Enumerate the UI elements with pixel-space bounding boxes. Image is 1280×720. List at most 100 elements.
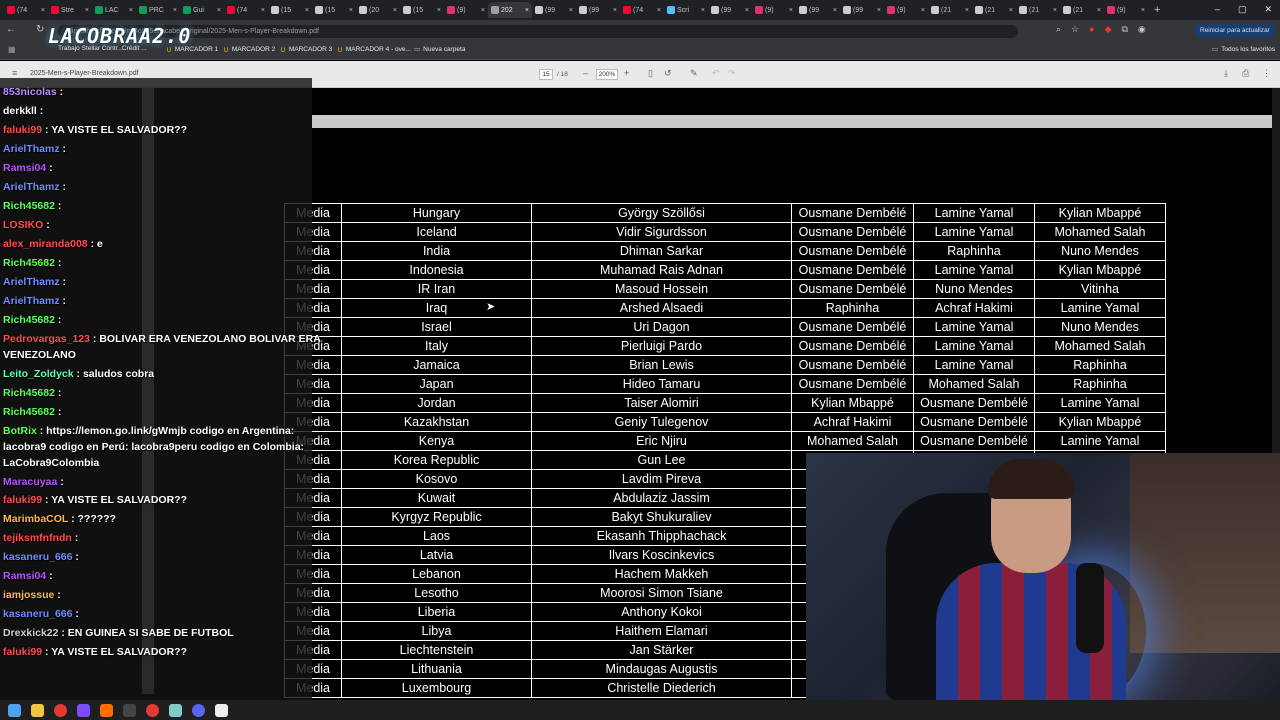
app-icon[interactable] xyxy=(123,703,136,717)
star-icon[interactable]: ☆ xyxy=(1071,24,1079,35)
url-field[interactable]: digitalhub.fifa.com/m/4cd05edacabe1/orig… xyxy=(58,25,1018,38)
close-tab-icon[interactable]: × xyxy=(261,7,265,14)
bookmark-item[interactable]: ▭ Nueva carpeta xyxy=(414,45,465,54)
file-explorer-icon[interactable] xyxy=(31,703,44,717)
browser-tab[interactable]: (21 × xyxy=(972,2,1016,18)
browser-tab[interactable]: (99 × xyxy=(796,2,840,18)
browser-tab[interactable]: LAC × xyxy=(92,2,136,18)
puzzle-icon[interactable]: ⧉ xyxy=(1121,24,1127,35)
close-tab-icon[interactable]: × xyxy=(129,7,133,14)
maximize-icon[interactable]: ▢ xyxy=(1238,4,1247,15)
browser-tab[interactable]: (9) × xyxy=(1104,2,1148,18)
app-icon[interactable] xyxy=(215,703,228,717)
tab-label: (99 xyxy=(545,6,556,14)
close-tab-icon[interactable]: × xyxy=(745,7,749,14)
close-tab-icon[interactable]: × xyxy=(701,7,705,14)
browser-tab[interactable]: 202 × xyxy=(488,2,532,18)
app-icon[interactable] xyxy=(146,703,159,717)
close-tab-icon[interactable]: × xyxy=(921,7,925,14)
page-number-input[interactable]: 15 xyxy=(539,69,553,80)
close-tab-icon[interactable]: × xyxy=(965,7,969,14)
reload-icon[interactable]: ↻ xyxy=(36,24,44,35)
undo-icon[interactable]: ↶ xyxy=(712,68,720,79)
browser-tab[interactable]: (15 × xyxy=(312,2,356,18)
close-tab-icon[interactable]: × xyxy=(393,7,397,14)
app-icon[interactable] xyxy=(77,703,90,717)
zoom-input[interactable]: 200% xyxy=(596,69,618,80)
close-tab-icon[interactable]: × xyxy=(1141,7,1145,14)
browser-tab[interactable]: (74 × xyxy=(224,2,268,18)
browser-tab[interactable]: Stre × xyxy=(48,2,92,18)
back-icon[interactable]: ← xyxy=(6,24,16,35)
apps-icon[interactable]: ▦ xyxy=(8,45,16,54)
browser-tab[interactable]: (74 × xyxy=(4,2,48,18)
chrome-icon[interactable] xyxy=(54,703,67,717)
browser-tab[interactable]: (21 × xyxy=(1016,2,1060,18)
zoom-in-icon[interactable]: + xyxy=(624,68,629,78)
bookmark-item[interactable]: ∪ MARCADOR 2 xyxy=(223,45,275,54)
app-icon[interactable] xyxy=(169,703,182,717)
close-tab-icon[interactable]: × xyxy=(1053,7,1057,14)
extension-icon-2[interactable]: ◆ xyxy=(1105,24,1112,35)
download-icon[interactable]: ⤓ xyxy=(1224,68,1228,79)
windows-start-icon[interactable] xyxy=(8,703,21,717)
annotate-icon[interactable]: ✎ xyxy=(690,68,698,79)
browser-tab[interactable]: (99 × xyxy=(532,2,576,18)
browser-tab[interactable]: (74 × xyxy=(620,2,664,18)
browser-tab[interactable]: (21 × xyxy=(928,2,972,18)
update-button[interactable]: Reiniciar para actualizar xyxy=(1194,24,1276,38)
discord-icon[interactable] xyxy=(192,703,205,717)
close-tab-icon[interactable]: × xyxy=(437,7,441,14)
rotate-icon[interactable]: ↺ xyxy=(664,68,672,79)
close-tab-icon[interactable]: × xyxy=(613,7,617,14)
close-tab-icon[interactable]: × xyxy=(833,7,837,14)
bookmark-item[interactable]: ∪ MARCADOR 4 - ove... xyxy=(337,45,411,54)
close-tab-icon[interactable]: × xyxy=(173,7,177,14)
browser-tab[interactable]: (9) × xyxy=(884,2,928,18)
browser-tab[interactable]: (15 × xyxy=(268,2,312,18)
close-tab-icon[interactable]: × xyxy=(525,7,529,14)
browser-tab[interactable]: (99 × xyxy=(708,2,752,18)
profile-avatar-icon[interactable]: ◉ xyxy=(1138,24,1146,35)
close-tab-icon[interactable]: × xyxy=(481,7,485,14)
close-tab-icon[interactable]: × xyxy=(305,7,309,14)
table-cell: India xyxy=(341,241,532,261)
minimize-icon[interactable]: – xyxy=(1215,4,1220,15)
browser-tab[interactable]: (9) × xyxy=(752,2,796,18)
redo-icon[interactable]: ↷ xyxy=(728,68,736,79)
browser-tab[interactable]: (99 × xyxy=(576,2,620,18)
more-options-icon[interactable]: ⋮ xyxy=(1262,68,1271,79)
extension-icon[interactable]: ● xyxy=(1089,24,1094,35)
bookmark-item[interactable]: ∪ MARCADOR 3 xyxy=(280,45,332,54)
browser-tab[interactable]: PRC × xyxy=(136,2,180,18)
browser-tab[interactable]: Scri × xyxy=(664,2,708,18)
new-tab-button[interactable]: + xyxy=(1148,4,1166,16)
all-favorites[interactable]: ▭ Todos los favoritos xyxy=(1212,45,1275,54)
close-tab-icon[interactable]: × xyxy=(1009,7,1013,14)
table-cell: Kazakhstan xyxy=(341,412,532,432)
close-tab-icon[interactable]: × xyxy=(877,7,881,14)
fit-page-icon[interactable]: ▯ xyxy=(648,68,653,79)
table-cell: Ousmane Dembélé xyxy=(791,374,914,394)
close-tab-icon[interactable]: × xyxy=(789,7,793,14)
zoom-out-icon[interactable]: – xyxy=(583,68,588,78)
browser-tab[interactable]: (99 × xyxy=(840,2,884,18)
browser-tab[interactable]: (15 × xyxy=(400,2,444,18)
close-tab-icon[interactable]: × xyxy=(41,7,45,14)
browser-tab[interactable]: (20 × xyxy=(356,2,400,18)
close-tab-icon[interactable]: × xyxy=(85,7,89,14)
print-icon[interactable]: ⎙ xyxy=(1242,68,1249,79)
browser-tab[interactable]: (9) × xyxy=(444,2,488,18)
close-tab-icon[interactable]: × xyxy=(569,7,573,14)
close-tab-icon[interactable]: × xyxy=(349,7,353,14)
close-tab-icon[interactable]: × xyxy=(657,7,661,14)
close-window-icon[interactable]: ✕ xyxy=(1264,4,1272,15)
tab-favicon-icon xyxy=(51,6,59,14)
browser-tab[interactable]: (21 × xyxy=(1060,2,1104,18)
app-icon[interactable] xyxy=(100,703,113,717)
close-tab-icon[interactable]: × xyxy=(217,7,221,14)
close-tab-icon[interactable]: × xyxy=(1097,7,1101,14)
zoom-icon[interactable]: ⌕ xyxy=(1056,24,1061,35)
browser-tab[interactable]: Gui × xyxy=(180,2,224,18)
menu-icon[interactable]: ≡ xyxy=(12,68,17,78)
